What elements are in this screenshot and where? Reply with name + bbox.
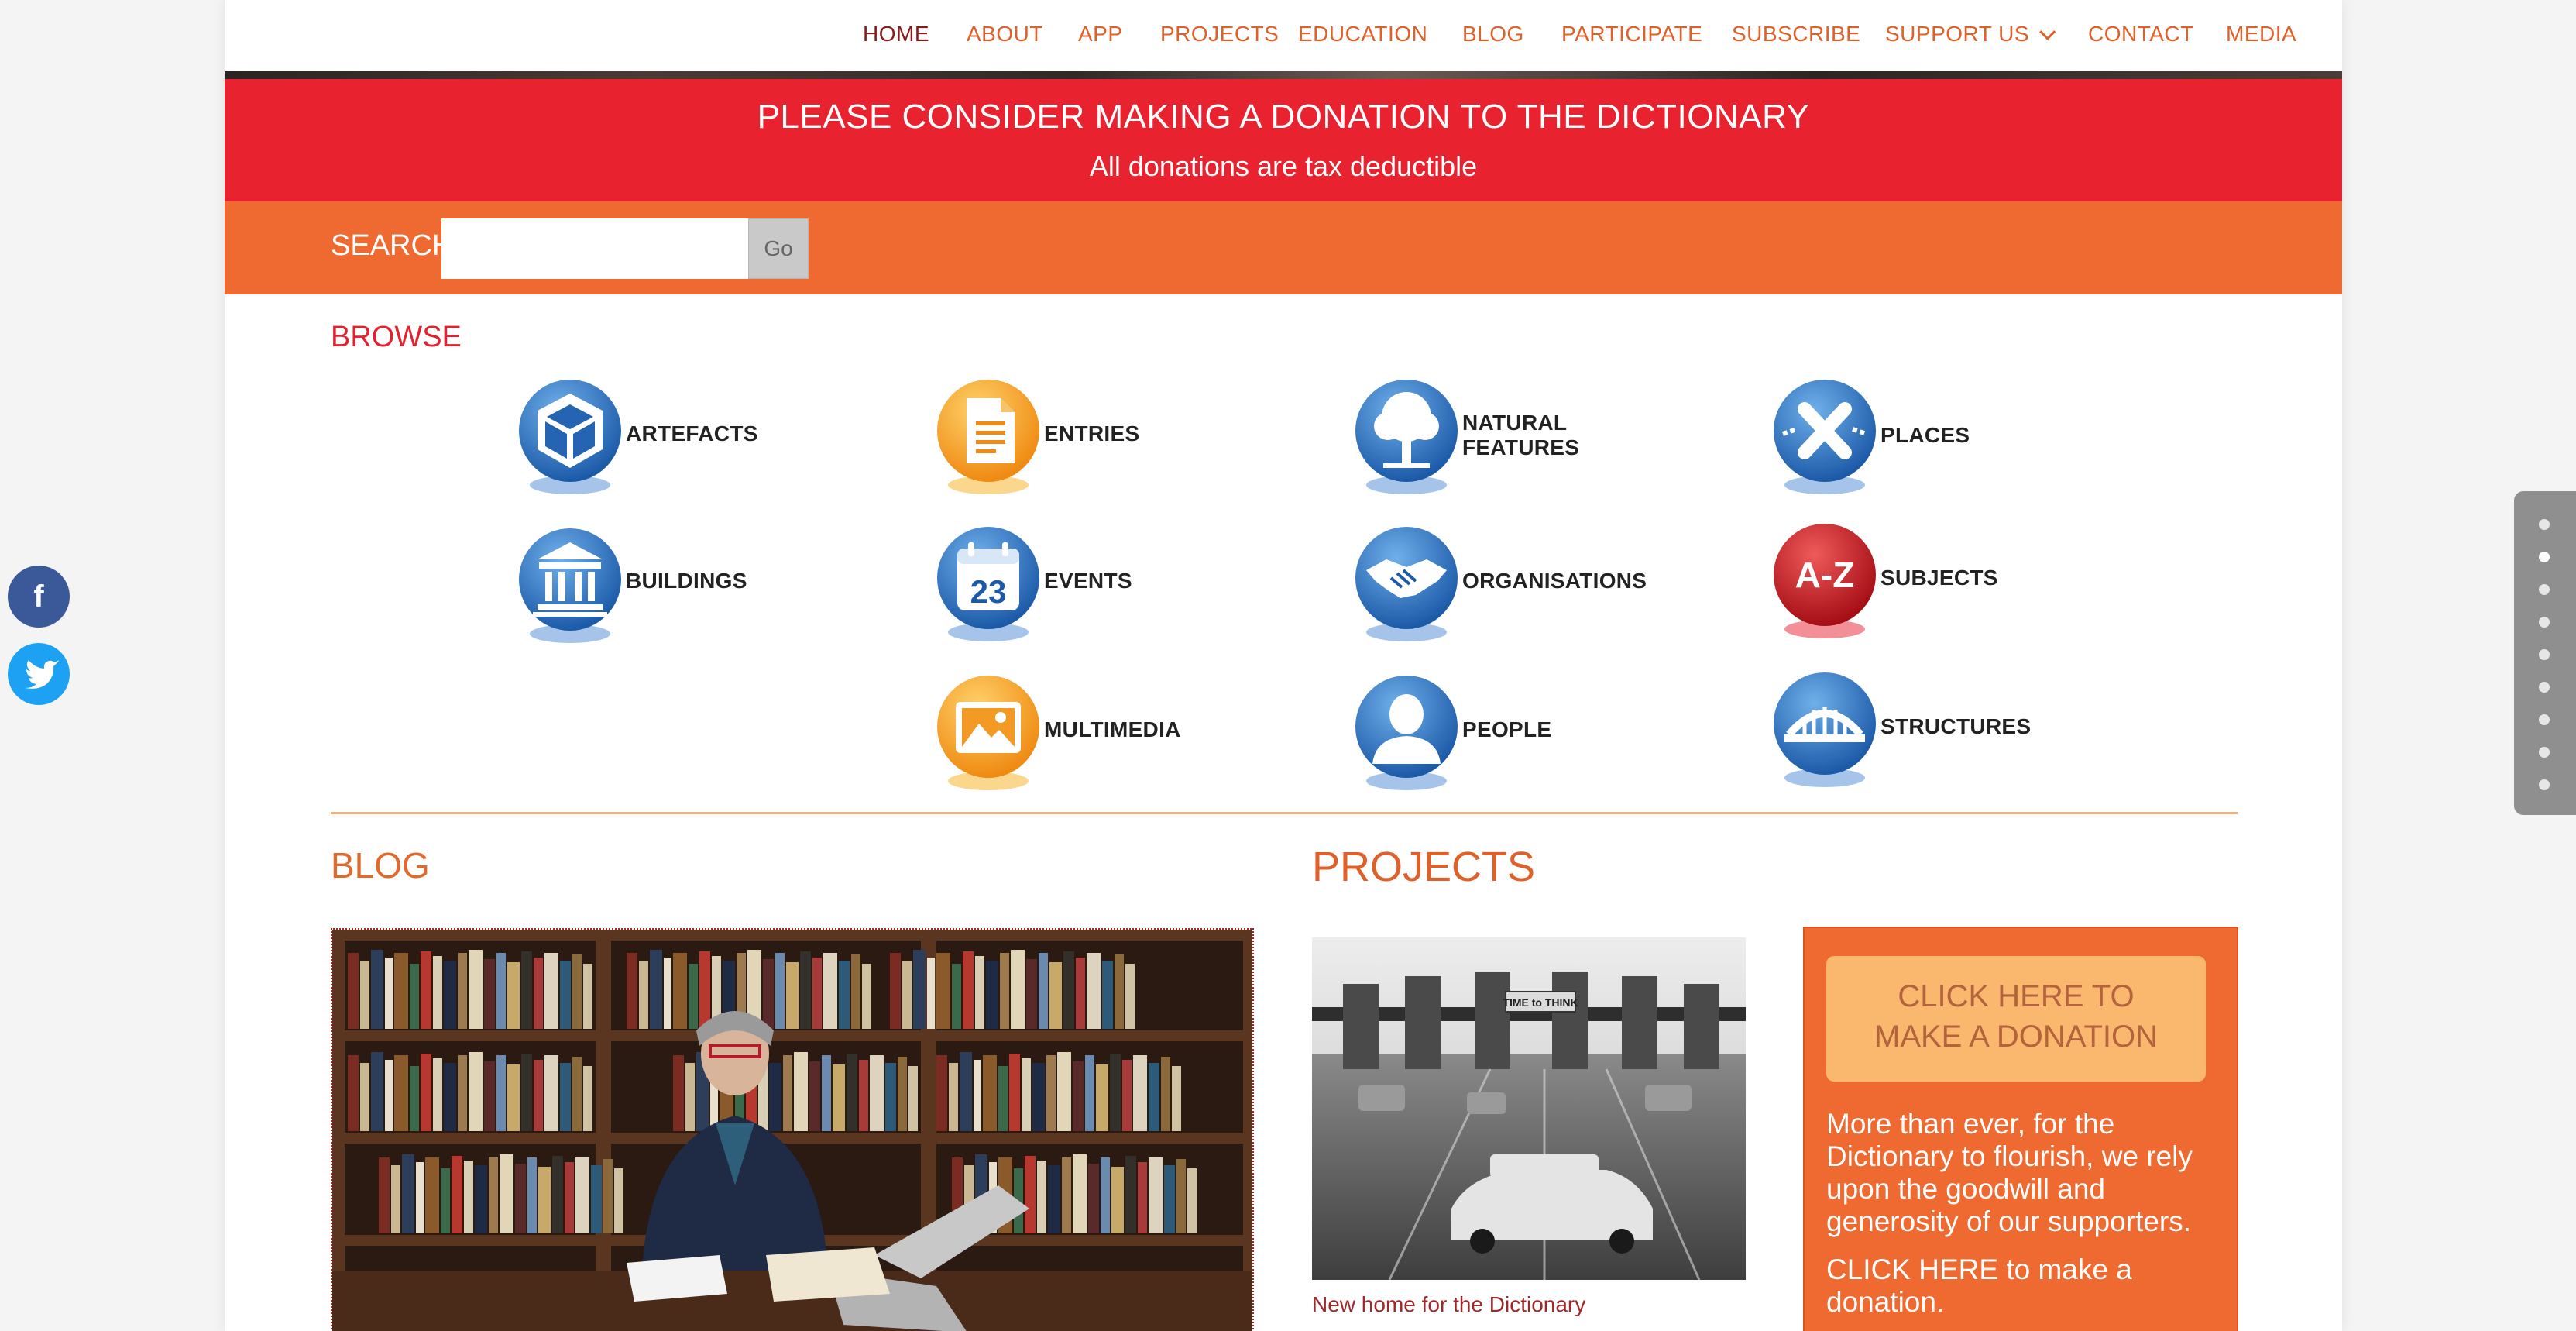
- project-caption-link[interactable]: New home for the Dictionary: [1312, 1292, 1585, 1317]
- nav-participate[interactable]: PARTICIPATE: [1561, 22, 1702, 46]
- section-dot-4[interactable]: [2539, 617, 2550, 628]
- browse-label: STRUCTURES: [1880, 714, 2032, 738]
- nav-blog[interactable]: BLOG: [1462, 22, 1524, 46]
- browse-subjects[interactable]: A-Z SUBJECTS: [1771, 521, 2003, 645]
- donation-banner-title: PLEASE CONSIDER MAKING A DONATION TO THE…: [757, 98, 1810, 136]
- toll-sign-text: TIME to THINK: [1503, 996, 1578, 1009]
- svg-text:23: 23: [970, 573, 1007, 610]
- donate-button[interactable]: CLICK HERE TO MAKE A DONATION: [1826, 956, 2206, 1082]
- nav-education[interactable]: EDUCATION: [1298, 22, 1427, 46]
- donate-box-text: More than ever, for the Dictionary to fl…: [1826, 1108, 2193, 1237]
- section-dot-5[interactable]: [2539, 649, 2550, 660]
- donate-box: CLICK HERE TO MAKE A DONATION More than …: [1803, 927, 2238, 1331]
- search-bar: SEARCH Go: [225, 201, 2342, 294]
- donate-button-line1: CLICK HERE TO: [1898, 979, 2135, 1013]
- building-icon: [519, 528, 621, 643]
- browse-events[interactable]: 23 EVENTS: [934, 524, 1166, 648]
- browse-label: ARTEFACTS: [626, 421, 758, 445]
- handshake-icon: [1355, 527, 1458, 641]
- section-dot-8[interactable]: [2539, 747, 2550, 758]
- bridge-icon: [1774, 672, 1876, 787]
- blog-featured-image[interactable]: [331, 928, 1254, 1331]
- browse-label: MULTIMEDIA: [1044, 717, 1181, 741]
- section-dot-2[interactable]: [2539, 552, 2550, 562]
- map-marker-icon: [1774, 380, 1876, 494]
- donation-banner-subtitle: All donations are tax deductible: [1089, 150, 1478, 182]
- facebook-share-button[interactable]: f: [8, 566, 70, 628]
- top-navigation: HOME ABOUT APP PROJECTS EDUCATION BLOG P…: [225, 0, 2342, 79]
- header-image-strip: [225, 71, 2342, 79]
- browse-buildings[interactable]: BUILDINGS: [516, 525, 779, 649]
- browse-label: EVENTS: [1044, 569, 1132, 593]
- nav-projects[interactable]: PROJECTS: [1160, 22, 1279, 46]
- search-label: SEARCH: [331, 229, 454, 262]
- nav-support-us[interactable]: SUPPORT US: [1885, 22, 2056, 46]
- nav-contact[interactable]: CONTACT: [2088, 22, 2194, 46]
- donation-banner[interactable]: PLEASE CONSIDER MAKING A DONATION TO THE…: [225, 79, 2342, 201]
- person-icon: [1355, 676, 1458, 790]
- twitter-icon: [25, 660, 59, 689]
- browse-label: PEOPLE: [1462, 717, 1552, 741]
- twitter-share-button[interactable]: [8, 643, 70, 705]
- calendar-icon: 23: [937, 527, 1039, 641]
- section-dot-6[interactable]: [2539, 682, 2550, 693]
- nav-support-us-label: SUPPORT US: [1885, 22, 2030, 46]
- chevron-down-icon: [2039, 23, 2056, 40]
- browse-artefacts[interactable]: ARTEFACTS: [516, 377, 795, 500]
- section-dot-navigation: [2514, 491, 2576, 815]
- browse-organisations[interactable]: ORGANISATIONS: [1352, 524, 1662, 648]
- tree-icon: [1355, 380, 1458, 494]
- donate-button-line2: MAKE A DONATION: [1874, 1020, 2158, 1054]
- section-dot-9[interactable]: [2539, 779, 2550, 790]
- library-photo: [332, 930, 1252, 1331]
- entries-icon: [937, 380, 1039, 494]
- search-go-button[interactable]: Go: [748, 218, 809, 279]
- nav-media[interactable]: MEDIA: [2226, 22, 2296, 46]
- artefacts-icon: [519, 380, 621, 494]
- svg-text:A-Z: A-Z: [1795, 555, 1855, 595]
- a-z-icon: A-Z: [1774, 524, 1876, 638]
- donate-box-cta-link[interactable]: CLICK HERE to make a donation.: [1826, 1254, 2221, 1319]
- browse-label: BUILDINGS: [626, 569, 747, 593]
- nav-about[interactable]: ABOUT: [967, 22, 1043, 46]
- section-divider: [331, 812, 2238, 814]
- section-dot-7[interactable]: [2539, 714, 2550, 725]
- nav-app[interactable]: APP: [1078, 22, 1123, 46]
- section-dot-1[interactable]: [2539, 519, 2550, 530]
- facebook-icon: f: [33, 580, 44, 614]
- browse-people[interactable]: PEOPLE: [1352, 672, 1585, 796]
- browse-label: ORGANISATIONS: [1462, 569, 1647, 593]
- blog-heading: BLOG: [331, 845, 430, 886]
- toll-plaza-photo: TIME to THINK: [1312, 937, 1746, 1280]
- browse-label: SUBJECTS: [1880, 566, 1998, 590]
- browse-structures[interactable]: STRUCTURES: [1771, 669, 2031, 793]
- section-dot-3[interactable]: [2539, 584, 2550, 595]
- browse-multimedia[interactable]: MULTIMEDIA: [934, 672, 1213, 796]
- image-icon: [937, 676, 1039, 790]
- search-input[interactable]: [441, 218, 748, 279]
- nav-subscribe[interactable]: SUBSCRIBE: [1732, 22, 1860, 46]
- browse-natural-features[interactable]: NATURAL FEATURES: [1352, 377, 1600, 500]
- browse-label: PLACES: [1880, 423, 1970, 447]
- page-container: HOME ABOUT APP PROJECTS EDUCATION BLOG P…: [225, 0, 2342, 1331]
- browse-heading: BROWSE: [331, 321, 462, 353]
- projects-heading: PROJECTS: [1312, 844, 1536, 890]
- browse-entries[interactable]: ENTRIES: [934, 377, 1166, 500]
- browse-places[interactable]: PLACES: [1771, 377, 1987, 500]
- project-image[interactable]: TIME to THINK: [1312, 937, 1746, 1280]
- browse-label: ENTRIES: [1044, 421, 1140, 445]
- nav-home[interactable]: HOME: [863, 22, 929, 46]
- browse-label: NATURAL FEATURES: [1462, 411, 1580, 459]
